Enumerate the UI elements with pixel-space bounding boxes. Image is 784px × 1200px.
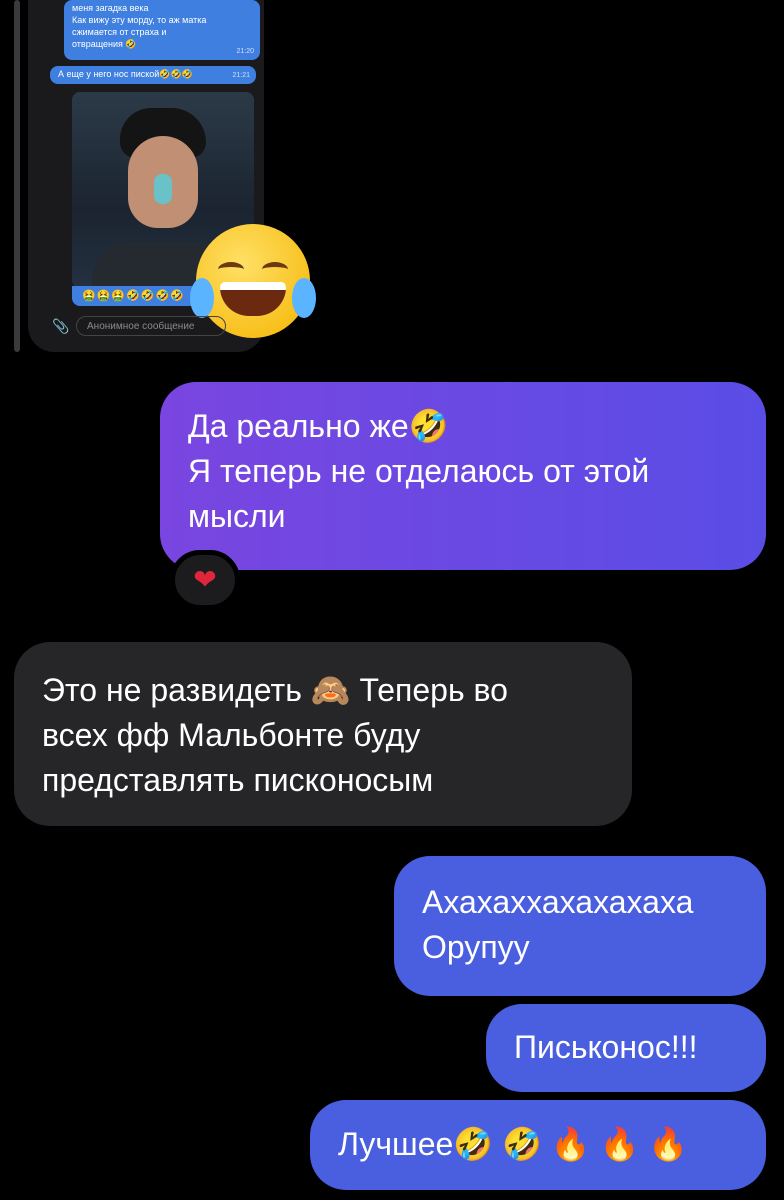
message-line: Орупуу bbox=[422, 929, 530, 965]
story-line-5: А еще у него нос пиской🤣🤣🤣 bbox=[58, 69, 193, 79]
emoji-left-tear bbox=[190, 278, 214, 318]
heart-icon: ❤ bbox=[193, 564, 217, 595]
emoji-left-eye bbox=[218, 262, 244, 277]
message-line: представлять писконосым bbox=[42, 762, 434, 798]
emoji-mouth bbox=[220, 282, 286, 316]
story-line-4: отвращения 🤣 bbox=[72, 39, 137, 49]
message-line: мысли bbox=[188, 498, 286, 534]
story-line-2: Как вижу эту морду, то аж матка bbox=[72, 15, 207, 25]
outgoing-message-2[interactable]: Ахахаххахахахаха Орупуу bbox=[394, 856, 766, 996]
story-line-3: сжимается от страха и bbox=[72, 27, 167, 37]
heart-reaction[interactable]: ❤ bbox=[170, 550, 240, 610]
emoji-right-eye bbox=[262, 262, 288, 277]
story-message-1: меня загадка века Как вижу эту морду, то… bbox=[64, 0, 260, 60]
story-time-2: 21:21 bbox=[232, 72, 250, 79]
message-line: Лучшее🤣 🤣 🔥 🔥 🔥 bbox=[338, 1126, 689, 1162]
message-line: всех фф Мальбонте буду bbox=[42, 717, 421, 753]
outgoing-message-3[interactable]: Писькoнос!!! bbox=[486, 1004, 766, 1092]
clip-icon[interactable]: 📎 bbox=[52, 318, 69, 335]
emoji-right-tear bbox=[292, 278, 316, 318]
outgoing-message-4[interactable]: Лучшее🤣 🤣 🔥 🔥 🔥 bbox=[310, 1100, 766, 1190]
thread-line bbox=[14, 0, 20, 352]
message-line: Это не развидеть 🙈 Теперь во bbox=[42, 672, 508, 708]
story-time-1: 21:20 bbox=[236, 48, 254, 55]
character-nose bbox=[154, 174, 172, 204]
message-line: Да реально же🤣 bbox=[188, 408, 449, 444]
message-line: Я теперь не отделаюсь от этой bbox=[188, 453, 650, 489]
outgoing-message-1[interactable]: Да реально же🤣 Я теперь не отделаюсь от … bbox=[160, 382, 766, 570]
story-message-2: А еще у него нос пиской🤣🤣🤣 21:21 bbox=[50, 66, 256, 84]
anonymous-reply[interactable]: 📎 Анонимное сообщение bbox=[52, 316, 232, 338]
incoming-message-1[interactable]: Это не развидеть 🙈 Теперь во всех фф Мал… bbox=[14, 642, 632, 826]
story-line-1: меня загадка века bbox=[72, 3, 149, 13]
anonymous-message-input[interactable]: Анонимное сообщение bbox=[76, 316, 226, 336]
message-line: Ахахаххахахахаха bbox=[422, 884, 694, 920]
message-line: Писькoнос!!! bbox=[514, 1029, 698, 1065]
